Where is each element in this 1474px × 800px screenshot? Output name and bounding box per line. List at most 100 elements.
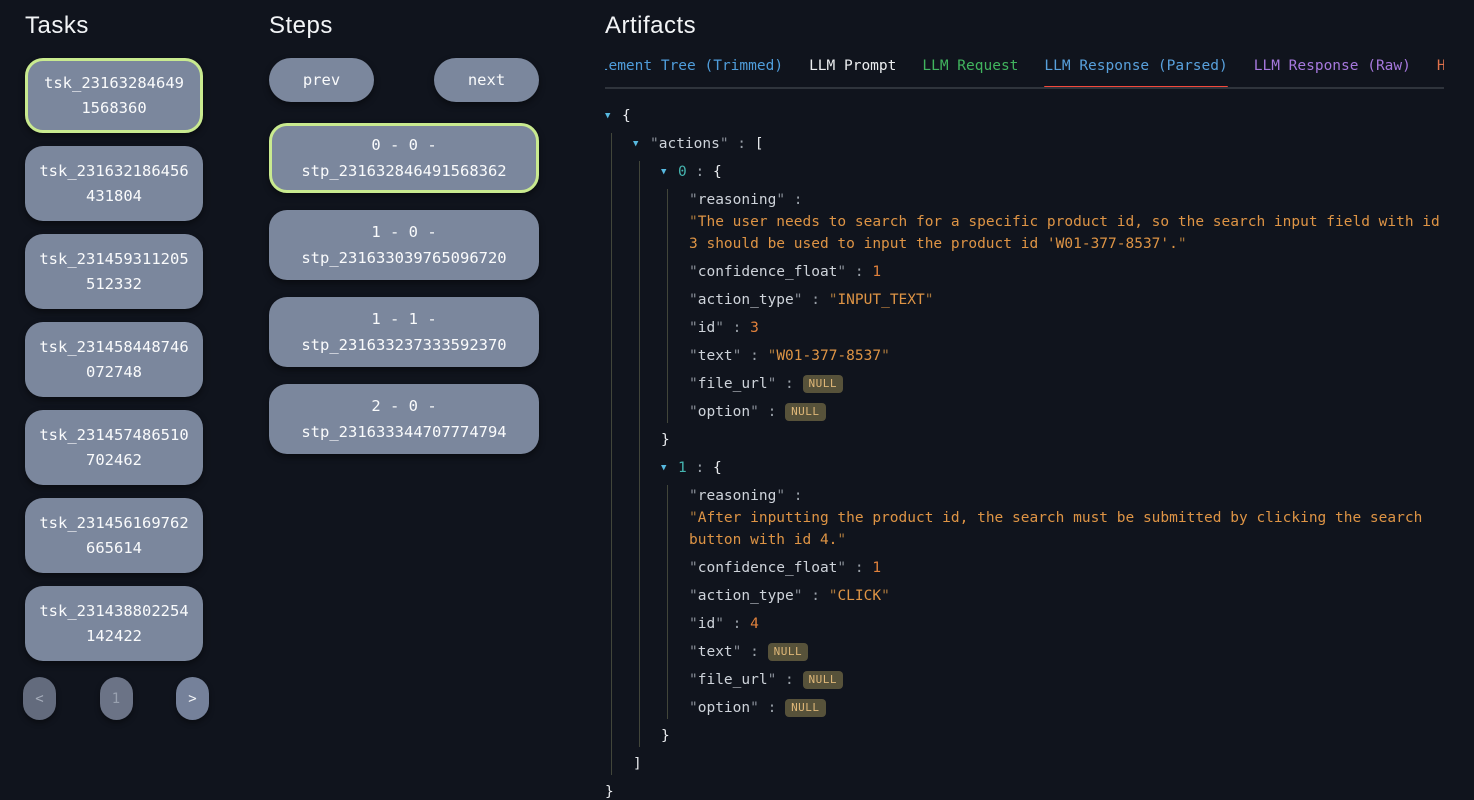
json-token: " bbox=[750, 404, 759, 420]
step-button-label: 1 - 0 - stp_231633039765096720 bbox=[282, 219, 526, 271]
task-button-label: tsk_231632846491568360 bbox=[41, 71, 187, 121]
pagination-prev-button[interactable]: < bbox=[23, 677, 56, 720]
json-leaf-row: "text" : "W01-377-8537" bbox=[689, 345, 1444, 367]
json-leaf-row: "option" : NULL bbox=[689, 697, 1444, 719]
json-token: W01-377-8537 bbox=[776, 348, 881, 364]
json-value: "After inputting the product id, the sea… bbox=[689, 507, 1444, 551]
json-token: { bbox=[622, 108, 631, 124]
task-button[interactable]: tsk_231632846491568360 bbox=[25, 58, 203, 133]
json-null-badge: NULL bbox=[768, 643, 809, 661]
artifacts-heading: Artifacts bbox=[605, 12, 1444, 40]
json-token: " bbox=[689, 644, 698, 660]
json-token: : bbox=[776, 672, 802, 688]
tab-llm-prompt[interactable]: LLM Prompt bbox=[809, 58, 896, 87]
step-list: 0 - 0 - stp_231632846491568362 1 - 0 - st… bbox=[269, 123, 539, 454]
json-leaf-row: "confidence_float" : 1 bbox=[689, 557, 1444, 579]
json-token: : bbox=[687, 164, 713, 180]
json-token: " bbox=[689, 348, 698, 364]
json-token: " bbox=[837, 532, 846, 548]
task-button-label: tsk_231632186456431804 bbox=[38, 159, 190, 209]
json-token: " bbox=[689, 404, 698, 420]
collapse-arrow-icon[interactable]: ▼ bbox=[633, 133, 643, 155]
app-root: Tasks tsk_231632846491568360 tsk_23163218… bbox=[0, 0, 1474, 800]
json-key: id bbox=[698, 320, 715, 336]
step-button-label: 1 - 1 - stp_231633237333592370 bbox=[282, 306, 526, 358]
collapse-arrow-icon[interactable]: ▼ bbox=[605, 105, 615, 127]
json-token: " bbox=[881, 348, 890, 364]
task-button[interactable]: tsk_231457486510702462 bbox=[25, 410, 203, 485]
json-token: " bbox=[1178, 236, 1187, 252]
step-button-label: 2 - 0 - stp_231633344707774794 bbox=[282, 393, 526, 445]
json-token: " bbox=[650, 136, 659, 152]
json-value: 4 bbox=[750, 616, 759, 632]
json-value: 1 bbox=[872, 560, 881, 576]
json-node-children: "reasoning" : "The user needs to search … bbox=[667, 189, 1444, 423]
json-token: INPUT_TEXT bbox=[837, 292, 924, 308]
json-token: " bbox=[689, 192, 698, 208]
artifacts-panel: Artifacts Element Tree (Trimmed) LLM Prom… bbox=[605, 0, 1444, 800]
json-token: " bbox=[715, 320, 724, 336]
json-null-badge: NULL bbox=[785, 699, 826, 717]
step-button[interactable]: 0 - 0 - stp_231632846491568362 bbox=[269, 123, 539, 193]
json-null-badge: NULL bbox=[785, 403, 826, 421]
json-token: " bbox=[794, 292, 803, 308]
json-node-children: ▼0 : {"reasoning" : "The user needs to s… bbox=[639, 161, 1444, 747]
json-token: : bbox=[776, 376, 802, 392]
task-button-label: tsk_231457486510702462 bbox=[38, 423, 190, 473]
tab-llm-response-raw[interactable]: LLM Response (Raw) bbox=[1254, 58, 1411, 87]
task-button[interactable]: tsk_231632186456431804 bbox=[25, 146, 203, 221]
json-token: " bbox=[794, 588, 803, 604]
artifacts-tabs: Element Tree (Trimmed) LLM Prompt LLM Requ… bbox=[605, 58, 1444, 87]
tab-label-part: LLM Prompt bbox=[809, 58, 896, 74]
json-token: " bbox=[689, 510, 698, 526]
json-token: " bbox=[689, 588, 698, 604]
json-token: " bbox=[689, 616, 698, 632]
task-button[interactable]: tsk_231459311205512332 bbox=[25, 234, 203, 309]
json-token: After inputting the product id, the sear… bbox=[689, 510, 1422, 548]
json-leaf-row: "confidence_float" : 1 bbox=[689, 261, 1444, 283]
json-token: " bbox=[768, 672, 777, 688]
tasks-heading: Tasks bbox=[25, 12, 203, 40]
pagination-page-button[interactable]: 1 bbox=[100, 677, 133, 720]
json-array-index: 1 bbox=[678, 460, 687, 476]
collapse-arrow-icon[interactable]: ▼ bbox=[661, 161, 671, 183]
collapse-arrow-icon[interactable]: ▼ bbox=[661, 457, 671, 479]
json-token: The user needs to search for a specific … bbox=[689, 214, 1440, 252]
json-token: } bbox=[661, 432, 670, 448]
steps-column: Steps prev next 0 - 0 - stp_231632846491… bbox=[269, 0, 539, 800]
task-button[interactable]: tsk_231458448746072748 bbox=[25, 322, 203, 397]
tab-llm-response-parsed[interactable]: LLM Response (Parsed) bbox=[1044, 58, 1227, 87]
steps-heading: Steps bbox=[269, 12, 539, 40]
json-value: "The user needs to search for a specific… bbox=[689, 211, 1444, 255]
step-button[interactable]: 2 - 0 - stp_231633344707774794 bbox=[269, 384, 539, 454]
tab-llm-request[interactable]: LLM Request bbox=[922, 58, 1018, 87]
tab-html-raw[interactable]: Html (Raw) bbox=[1437, 58, 1444, 87]
json-node-open: ▼"actions" : [ bbox=[633, 133, 1444, 155]
step-button[interactable]: 1 - 1 - stp_231633237333592370 bbox=[269, 297, 539, 367]
json-token: " bbox=[925, 292, 934, 308]
steps-next-button[interactable]: next bbox=[434, 58, 539, 102]
json-tree-viewer: ▼{▼"actions" : [▼0 : {"reasoning" : "The… bbox=[605, 105, 1444, 800]
json-token: : bbox=[846, 560, 872, 576]
json-key: confidence_float bbox=[698, 264, 838, 280]
json-token: : bbox=[759, 404, 785, 420]
json-value: 1 bbox=[872, 264, 881, 280]
steps-prev-button[interactable]: prev bbox=[269, 58, 374, 102]
json-key: text bbox=[698, 644, 733, 660]
task-button[interactable]: tsk_231456169762665614 bbox=[25, 498, 203, 573]
tab-label-part: Element Tree (Trimmed) bbox=[605, 58, 783, 74]
json-key: text bbox=[698, 348, 733, 364]
tab-element-tree-trimmed[interactable]: Element Tree (Trimmed) bbox=[605, 58, 783, 87]
tab-label-part: LLM Request bbox=[922, 58, 1018, 74]
json-node-close: } bbox=[661, 725, 1444, 747]
task-button[interactable]: tsk_231438802254142422 bbox=[25, 586, 203, 661]
json-key: file_url bbox=[698, 672, 768, 688]
json-token: " bbox=[776, 488, 785, 504]
json-leaf-row: "reasoning" : "After inputting the produ… bbox=[689, 485, 1444, 551]
json-leaf-row: "option" : NULL bbox=[689, 401, 1444, 423]
json-token: " bbox=[689, 264, 698, 280]
json-token: [ bbox=[755, 136, 764, 152]
json-node-close: } bbox=[661, 429, 1444, 451]
pagination-next-button[interactable]: > bbox=[176, 677, 209, 720]
step-button[interactable]: 1 - 0 - stp_231633039765096720 bbox=[269, 210, 539, 280]
